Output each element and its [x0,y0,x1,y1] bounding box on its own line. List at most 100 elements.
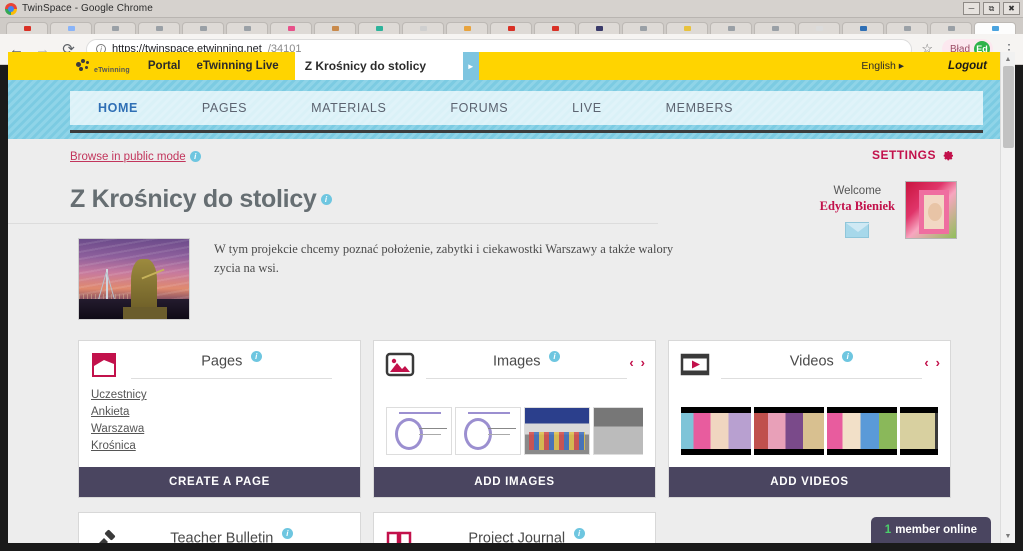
language-selector[interactable]: English ▸ [861,60,904,72]
chevron-left-icon[interactable]: ‹ [629,355,633,370]
browser-tab[interactable] [182,22,224,34]
nav-item-materials[interactable]: MATERIALS [311,101,386,115]
scroll-down-icon[interactable]: ▼ [1001,529,1015,543]
video-thumbnail[interactable] [900,407,938,455]
online-label: member online [895,524,977,536]
card-title-wrap: Images i [426,351,627,379]
settings-label: SETTINGS [871,148,936,162]
card-title-wrap: Videos i [721,351,922,379]
list-item[interactable]: Ankieta [91,406,348,418]
scroll-up-icon[interactable]: ▲ [1001,52,1015,66]
card-arrows: ‹ › [629,355,645,370]
image-thumbnail[interactable] [455,407,521,455]
thumbnail-strip [681,407,938,455]
browser-tab[interactable] [886,22,928,34]
gavel-icon [99,529,116,543]
online-count: 1 [884,524,892,536]
members-online-badge[interactable]: 1 member online [870,517,991,543]
chevron-right-icon[interactable]: › [936,355,940,370]
welcome-panel: Welcome Edyta Bieniek [820,181,957,239]
card-header: Pages i [79,341,360,379]
browser-tab[interactable] [754,22,796,34]
caret-right-icon: ▸ [898,60,905,72]
page-scrollbar[interactable]: ▲ ▼ [1000,52,1015,543]
etwinning-topbar: eTwinning Portal eTwinning Live Z Krośni… [8,52,1015,80]
portal-link[interactable]: Portal [148,60,181,72]
image-thumbnail[interactable] [593,407,643,455]
welcome-username: Edyta Bieniek [819,199,895,213]
info-circle-icon[interactable]: i [842,351,854,363]
card-header: Images i ‹ › [374,341,655,379]
logout-link[interactable]: Logout [948,60,987,72]
scrollbar-thumb[interactable] [1003,66,1014,148]
list-item[interactable]: Krośnica [91,440,348,452]
browser-tab[interactable] [6,22,48,34]
browser-tabstrip[interactable] [0,18,1023,34]
minimize-button[interactable]: ─ [963,2,980,15]
browser-tab[interactable] [226,22,268,34]
nav-item-home[interactable]: HOME [98,101,138,115]
browser-tab[interactable] [490,22,532,34]
chevron-right-icon[interactable]: › [641,355,645,370]
settings-button[interactable]: SETTINGS [872,147,955,163]
browser-tab[interactable] [314,22,356,34]
browser-tab[interactable] [138,22,180,34]
browser-tab[interactable] [710,22,752,34]
browser-tab[interactable] [578,22,620,34]
play-triangle-icon[interactable]: ► [462,52,479,80]
image-icon [385,352,415,377]
browser-tab[interactable] [798,22,840,34]
nav-item-members[interactable]: MEMBERS [666,101,733,115]
browser-tab[interactable] [534,22,576,34]
envelope-icon[interactable] [845,222,871,238]
thumbnail-bridge [106,269,108,303]
browser-tab-active[interactable] [974,22,1016,34]
card-title: Project Journal [468,530,566,543]
card-project-journal: Project Journal i [373,512,656,543]
card-videos: Videos i ‹ › ADD VIDEOS [668,340,951,498]
video-thumbnail[interactable] [754,407,824,455]
add-videos-button[interactable]: ADD VIDEOS [669,467,950,497]
list-item[interactable]: Warszawa [91,423,348,435]
browse-public-mode-link[interactable]: Browse in public mode [70,151,186,163]
browse-row: Browse in public mode i [8,151,1015,163]
card-body: Uczestnicy Ankieta Warszawa Krośnica [79,379,360,467]
etwinning-topbar-right: English ▸ Logout [861,60,987,72]
nav-item-pages[interactable]: PAGES [202,101,247,115]
browser-tab[interactable] [358,22,400,34]
add-images-button[interactable]: ADD IMAGES [374,467,655,497]
browser-tab[interactable] [94,22,136,34]
create-a-page-button[interactable]: CREATE A PAGE [79,467,360,497]
image-thumbnail[interactable] [524,407,590,455]
card-body [669,379,950,467]
browser-tab[interactable] [930,22,972,34]
nav-item-live[interactable]: LIVE [572,101,602,115]
chevron-left-icon[interactable]: ‹ [924,355,928,370]
close-button[interactable]: ✖ [1003,2,1020,15]
restore-button[interactable]: ⧉ [983,2,1000,15]
info-circle-icon[interactable]: i [320,194,332,205]
card-images: Images i ‹ › ADD IMAGES [373,340,656,498]
browser-tab[interactable] [402,22,444,34]
image-thumbnail[interactable] [386,407,452,455]
video-thumbnail[interactable] [681,407,751,455]
video-thumbnail[interactable] [827,407,897,455]
info-circle-icon[interactable]: i [250,351,262,363]
language-label: English [861,60,896,72]
project-name-box[interactable]: Z Krośnicy do stolicy [294,52,463,80]
browser-tab[interactable] [446,22,488,34]
browser-tab[interactable] [842,22,884,34]
avatar[interactable] [905,181,957,239]
etwinning-logo[interactable]: eTwinning [76,58,130,74]
list-item[interactable]: Uczestnicy [91,389,348,401]
browser-tab[interactable] [50,22,92,34]
etwinning-live-link[interactable]: eTwinning Live [196,60,278,72]
info-circle-icon[interactable]: i [281,528,293,540]
browser-tab[interactable] [270,22,312,34]
nav-item-forums[interactable]: FORUMS [450,101,508,115]
info-circle-icon[interactable]: i [549,351,560,363]
info-circle-icon[interactable]: i [189,151,201,162]
browser-tab[interactable] [666,22,708,34]
browser-tab[interactable] [622,22,664,34]
info-circle-icon[interactable]: i [573,528,585,540]
